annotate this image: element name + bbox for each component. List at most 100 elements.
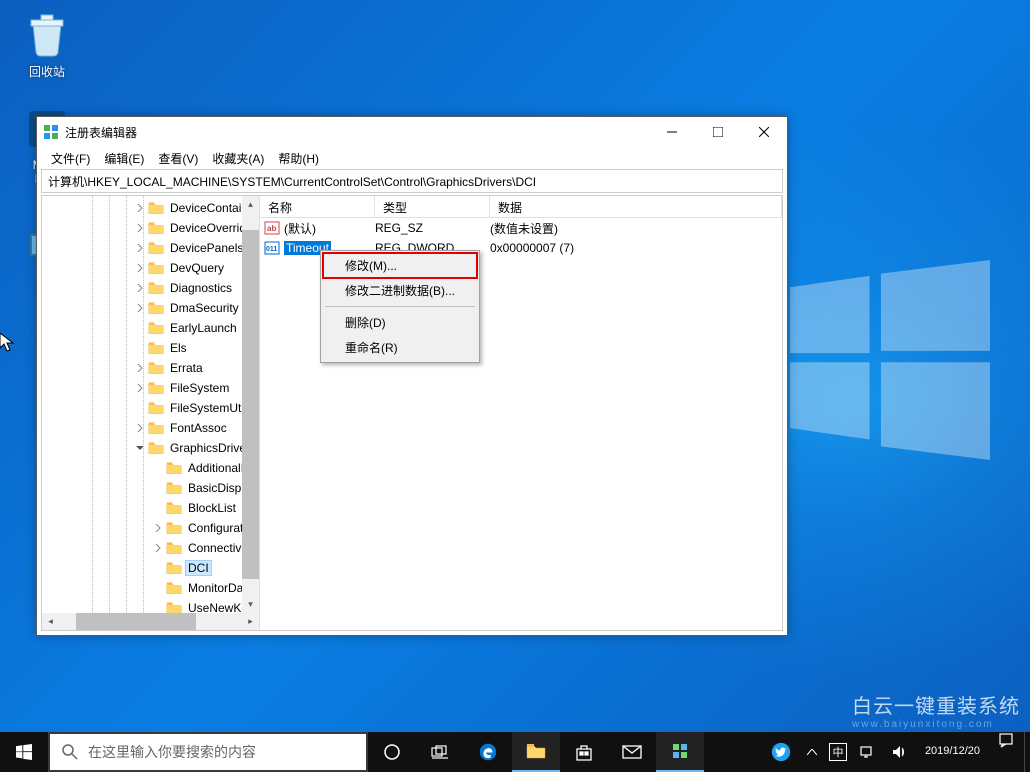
explorer-app-button[interactable]	[512, 732, 560, 772]
value-data: 0x00000007 (7)	[490, 241, 782, 255]
tree-item[interactable]: DmaSecurity	[44, 298, 260, 318]
recycle-bin-icon[interactable]: 回收站	[10, 10, 84, 80]
chevron-icon[interactable]	[152, 482, 164, 494]
registry-editor-window: 注册表编辑器 文件(F) 编辑(E) 查看(V) 收藏夹(A) 帮助(H) 计算…	[36, 116, 788, 636]
chevron-icon[interactable]	[134, 342, 146, 354]
maximize-button[interactable]	[695, 117, 741, 147]
scroll-thumb[interactable]	[76, 613, 196, 630]
chevron-icon[interactable]	[134, 202, 146, 214]
scroll-left-icon[interactable]: ◂	[42, 613, 59, 630]
cortana-button[interactable]	[368, 732, 416, 772]
chevron-icon[interactable]	[134, 322, 146, 334]
search-box[interactable]: 在这里输入你要搜索的内容	[48, 732, 368, 772]
menu-view[interactable]: 查看(V)	[152, 148, 204, 169]
action-center-icon[interactable]	[988, 732, 1024, 772]
store-app-button[interactable]	[560, 732, 608, 772]
tree-item[interactable]: DevQuery	[44, 258, 260, 278]
tree-item[interactable]: FontAssoc	[44, 418, 260, 438]
chevron-icon[interactable]	[152, 462, 164, 474]
minimize-button[interactable]	[649, 117, 695, 147]
tree-item[interactable]: Diagnostics	[44, 278, 260, 298]
wallpaper-windows-logo	[790, 260, 990, 460]
tree-item[interactable]: EarlyLaunch	[44, 318, 260, 338]
chevron-icon[interactable]	[134, 422, 146, 434]
tree-item[interactable]: AdditionalModeLists	[44, 458, 260, 478]
menu-edit[interactable]: 编辑(E)	[98, 148, 150, 169]
scroll-thumb[interactable]	[242, 230, 259, 579]
scroll-up-icon[interactable]: ▴	[242, 196, 259, 213]
tree-item[interactable]: DeviceContainers	[44, 198, 260, 218]
menu-help[interactable]: 帮助(H)	[272, 148, 325, 169]
col-data[interactable]: 数据	[490, 196, 782, 217]
menu-modify[interactable]: 修改(M)...	[323, 253, 477, 278]
network-icon[interactable]	[855, 732, 879, 772]
tree-item[interactable]: DevicePanels	[44, 238, 260, 258]
tree-item[interactable]: BlockList	[44, 498, 260, 518]
tree-item[interactable]: FileSystem	[44, 378, 260, 398]
value-name: (默认)	[284, 222, 316, 236]
app-icon	[43, 124, 59, 140]
edge-app-button[interactable]	[464, 732, 512, 772]
tree-item[interactable]: Configuration	[44, 518, 260, 538]
menubar: 文件(F) 编辑(E) 查看(V) 收藏夹(A) 帮助(H)	[37, 147, 787, 169]
show-desktop-button[interactable]	[1024, 732, 1030, 772]
tray-chevron-up-icon[interactable]	[803, 732, 821, 772]
address-bar[interactable]: 计算机\HKEY_LOCAL_MACHINE\SYSTEM\CurrentCon…	[41, 169, 783, 193]
chevron-icon[interactable]	[152, 562, 164, 574]
tree-item[interactable]: Els	[44, 338, 260, 358]
tree-item[interactable]: DCI	[44, 558, 260, 578]
tree-item[interactable]: DeviceOverrides	[44, 218, 260, 238]
clock[interactable]: 2019/12/20	[917, 732, 988, 772]
tree-pane[interactable]: DeviceContainersDeviceOverridesDevicePan…	[42, 196, 260, 630]
folder-icon	[148, 361, 164, 375]
chevron-icon[interactable]	[134, 262, 146, 274]
tree-item[interactable]: GraphicsDrivers	[44, 438, 260, 458]
vertical-scrollbar[interactable]: ▴ ▾	[242, 196, 259, 613]
folder-icon	[166, 541, 182, 555]
menu-delete[interactable]: 删除(D)	[323, 310, 477, 335]
ime-indicator[interactable]: 中	[829, 743, 847, 761]
chevron-icon[interactable]	[134, 222, 146, 234]
tree-item[interactable]: MonitorDataStore	[44, 578, 260, 598]
col-name[interactable]: 名称	[260, 196, 375, 217]
folder-icon	[148, 421, 164, 435]
chevron-icon[interactable]	[134, 442, 146, 454]
value-type: REG_SZ	[375, 221, 490, 235]
folder-icon	[148, 441, 164, 455]
chevron-icon[interactable]	[134, 282, 146, 294]
chevron-icon[interactable]	[152, 582, 164, 594]
tree-item[interactable]: Connectivity	[44, 538, 260, 558]
list-row[interactable]: ab(默认)REG_SZ(数值未设置)	[260, 218, 782, 238]
chevron-icon[interactable]	[152, 542, 164, 554]
chevron-icon[interactable]	[134, 242, 146, 254]
chevron-icon[interactable]	[152, 522, 164, 534]
volume-icon[interactable]	[887, 732, 911, 772]
menu-favorites[interactable]: 收藏夹(A)	[206, 148, 270, 169]
tree-item[interactable]: BasicDisplay	[44, 478, 260, 498]
chevron-icon[interactable]	[134, 382, 146, 394]
tree-item[interactable]: FileSystemUtilities	[44, 398, 260, 418]
menu-rename[interactable]: 重命名(R)	[323, 335, 477, 360]
chevron-icon[interactable]	[152, 502, 164, 514]
titlebar[interactable]: 注册表编辑器	[37, 117, 787, 147]
menu-modify-binary[interactable]: 修改二进制数据(B)...	[323, 278, 477, 303]
regedit-app-button[interactable]	[656, 732, 704, 772]
chevron-icon[interactable]	[134, 302, 146, 314]
mail-app-button[interactable]	[608, 732, 656, 772]
chevron-icon[interactable]	[134, 362, 146, 374]
start-button[interactable]	[0, 732, 48, 772]
close-button[interactable]	[741, 117, 787, 147]
string-value-icon: ab	[264, 220, 280, 236]
tray-twitter-icon[interactable]	[767, 732, 795, 772]
chevron-icon[interactable]	[134, 402, 146, 414]
menu-file[interactable]: 文件(F)	[45, 148, 96, 169]
tree-item[interactable]: Errata	[44, 358, 260, 378]
scroll-down-icon[interactable]: ▾	[242, 596, 259, 613]
horizontal-scrollbar[interactable]: ◂ ▸	[42, 613, 259, 630]
col-type[interactable]: 类型	[375, 196, 490, 217]
search-icon	[62, 744, 78, 760]
folder-icon	[148, 281, 164, 295]
scroll-right-icon[interactable]: ▸	[242, 613, 259, 630]
folder-icon	[166, 501, 182, 515]
task-view-button[interactable]	[416, 732, 464, 772]
